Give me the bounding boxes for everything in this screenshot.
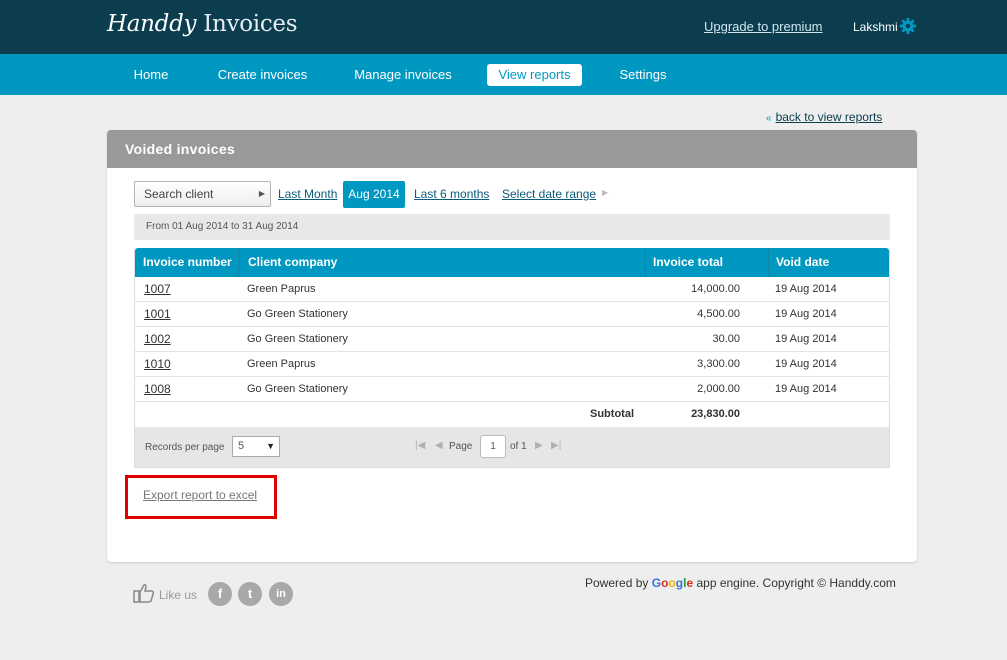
last-page-icon[interactable]: ▶| — [551, 440, 561, 451]
invoice-total-cell: 3,300.00 — [697, 358, 740, 370]
table-row: 1002 Go Green Stationery 30.00 19 Aug 20… — [135, 327, 889, 352]
void-date-cell: 19 Aug 2014 — [775, 283, 837, 295]
main-nav: Home Create invoices Manage invoices Vie… — [0, 54, 1007, 95]
panel-title: Voided invoices — [107, 130, 917, 168]
invoice-number-link[interactable]: 1008 — [144, 377, 171, 402]
page-number-input[interactable]: 1 — [480, 435, 506, 458]
search-client-label: Search client — [144, 187, 214, 201]
nav-manage-invoices[interactable]: Manage invoices — [347, 64, 459, 86]
table-header: Invoice number Client company Invoice to… — [135, 248, 889, 277]
like-us-label: Like us — [159, 588, 198, 602]
app-logo[interactable]: Handdy Invoices — [107, 11, 298, 37]
table-row: 1010 Green Paprus 3,300.00 19 Aug 2014 — [135, 352, 889, 377]
next-page-icon[interactable]: ▶ — [535, 440, 543, 451]
gear-icon[interactable] — [899, 17, 917, 35]
upgrade-link[interactable]: Upgrade to premium — [704, 19, 823, 34]
void-date-cell: 19 Aug 2014 — [775, 308, 837, 320]
chevron-right-icon: ▶ — [602, 188, 609, 197]
client-company-cell: Go Green Stationery — [247, 308, 348, 320]
filter-date-range[interactable]: Select date range — [502, 187, 596, 201]
prev-page-icon[interactable]: ◀ — [435, 440, 443, 451]
nav-settings[interactable]: Settings — [610, 64, 676, 86]
invoice-total-cell: 4,500.00 — [697, 308, 740, 320]
void-date-cell: 19 Aug 2014 — [775, 358, 837, 370]
records-per-page-value: 5 — [238, 440, 245, 452]
column-divider — [645, 248, 646, 277]
chevron-right-icon: ▶ — [258, 189, 265, 198]
filter-aug-2014[interactable]: Aug 2014 — [343, 181, 405, 208]
invoice-total-cell: 30.00 — [712, 333, 740, 345]
column-divider — [768, 248, 769, 277]
page-of-label: of 1 — [510, 441, 527, 452]
date-range-text: From 01 Aug 2014 to 31 Aug 2014 — [134, 214, 890, 240]
back-to-reports-label[interactable]: back to view reports — [776, 110, 883, 124]
powered-by-suffix: app engine. Copyright © Handdy.com — [696, 576, 896, 590]
pagination-bar: Records per page 5 ▼ |◀ ◀ Page 1 of 1 ▶ … — [135, 427, 889, 467]
records-per-page-label: Records per page — [145, 442, 225, 453]
invoice-number-link[interactable]: 1001 — [144, 302, 171, 327]
client-company-cell: Go Green Stationery — [247, 333, 348, 345]
nav-view-reports[interactable]: View reports — [487, 64, 582, 86]
caret-down-icon: ▼ — [266, 441, 275, 451]
top-header: Handdy Invoices Upgrade to premium Laksh… — [0, 0, 1007, 54]
double-left-arrow-icon: « — [766, 113, 772, 124]
invoice-number-link[interactable]: 1007 — [144, 277, 171, 302]
table-row: 1008 Go Green Stationery 2,000.00 19 Aug… — [135, 377, 889, 402]
column-divider — [238, 248, 239, 277]
google-logo: Google — [651, 576, 694, 590]
client-company-cell: Green Paprus — [247, 358, 316, 370]
twitter-icon[interactable]: t — [238, 582, 262, 606]
user-name[interactable]: Lakshmi — [853, 20, 898, 34]
powered-by-prefix: Powered by — [585, 576, 649, 590]
first-page-icon[interactable]: |◀ — [415, 440, 425, 451]
invoice-total-cell: 14,000.00 — [691, 283, 740, 295]
logo-plain-text: Invoices — [203, 11, 298, 37]
linkedin-icon[interactable]: in — [269, 582, 293, 606]
page-label: Page — [449, 441, 473, 452]
filter-last-6-months[interactable]: Last 6 months — [414, 187, 489, 201]
table-row: 1007 Green Paprus 14,000.00 19 Aug 2014 — [135, 277, 889, 302]
powered-by-text: Powered by Google app engine. Copyright … — [585, 576, 896, 590]
col-invoice-total[interactable]: Invoice total — [653, 248, 723, 277]
client-company-cell: Go Green Stationery — [247, 383, 348, 395]
nav-home[interactable]: Home — [122, 64, 180, 86]
export-highlight-box: Export report to excel — [125, 475, 277, 519]
subtotal-value: 23,830.00 — [691, 408, 740, 420]
logo-script-text: Handdy — [107, 11, 197, 37]
invoice-number-link[interactable]: 1002 — [144, 327, 171, 352]
table-row: 1001 Go Green Stationery 4,500.00 19 Aug… — [135, 302, 889, 327]
subtotal-label: Subtotal — [590, 408, 634, 420]
client-company-cell: Green Paprus — [247, 283, 316, 295]
subtotal-row: Subtotal 23,830.00 — [135, 402, 889, 427]
col-void-date[interactable]: Void date — [776, 248, 829, 277]
invoice-total-cell: 2,000.00 — [697, 383, 740, 395]
void-date-cell: 19 Aug 2014 — [775, 333, 837, 345]
invoices-table: Invoice number Client company Invoice to… — [134, 248, 890, 468]
export-excel-link[interactable]: Export report to excel — [143, 488, 257, 502]
thumbs-up-icon — [133, 584, 155, 603]
search-client-dropdown[interactable]: Search client ▶ — [134, 181, 271, 207]
filter-last-month[interactable]: Last Month — [278, 187, 337, 201]
void-date-cell: 19 Aug 2014 — [775, 383, 837, 395]
back-to-reports[interactable]: « back to view reports — [766, 110, 882, 124]
invoice-number-link[interactable]: 1010 — [144, 352, 171, 377]
report-panel: Voided invoices Search client ▶ Last Mon… — [107, 130, 917, 562]
col-client-company[interactable]: Client company — [248, 248, 337, 277]
col-invoice-number[interactable]: Invoice number — [143, 248, 232, 277]
nav-create-invoices[interactable]: Create invoices — [210, 64, 315, 86]
facebook-icon[interactable]: f — [208, 582, 232, 606]
records-per-page-select[interactable]: 5 ▼ — [232, 436, 280, 457]
